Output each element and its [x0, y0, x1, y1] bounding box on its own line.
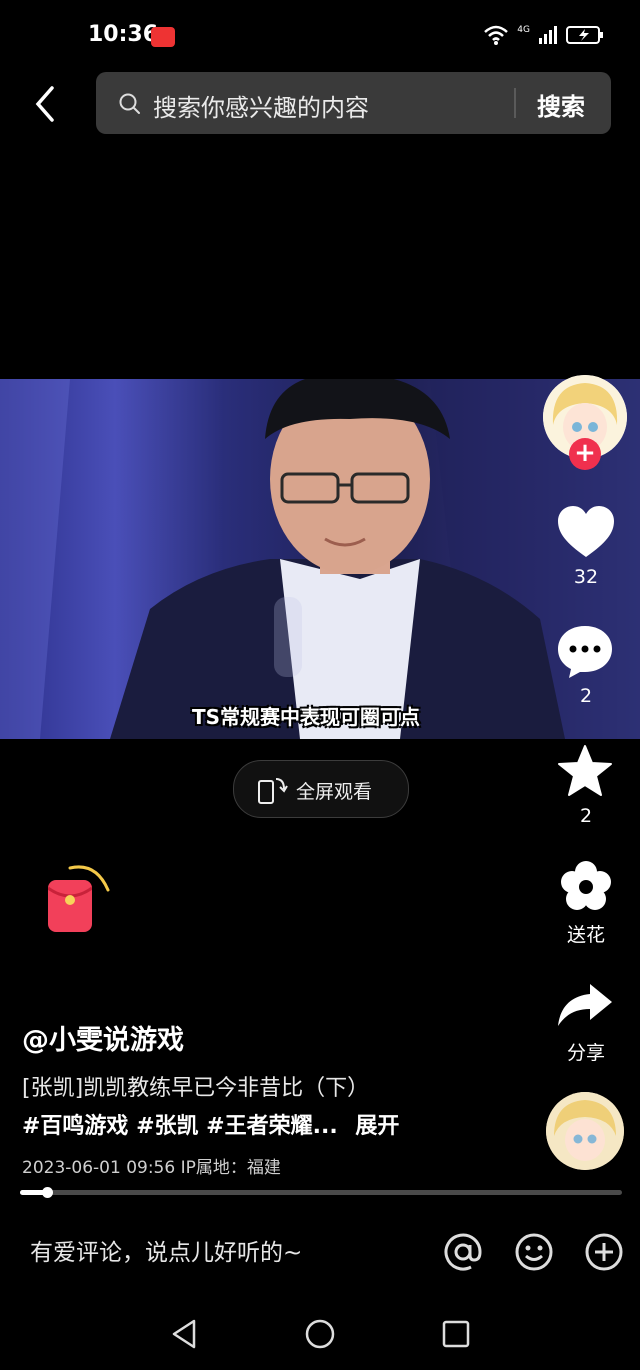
back-button[interactable] — [30, 84, 64, 124]
comment-icon[interactable] — [556, 624, 614, 680]
post-meta: 2023-06-01 09:56 IP属地：福建 — [22, 1158, 281, 1178]
battery-icon — [566, 26, 603, 44]
red-packet-icon — [47, 886, 93, 905]
favorite-count: 2 — [579, 805, 593, 827]
progress-bar[interactable] — [20, 1187, 622, 1198]
nav-back-icon[interactable] — [170, 1318, 198, 1350]
search-button[interactable]: 搜索 — [537, 87, 585, 122]
video-subtitle: TS常规赛中表现可圈可点 — [192, 705, 421, 729]
post-description: [张凯]凯凯教练早已今非昔比（下） — [22, 1076, 370, 1101]
status-icons: 4G — [483, 24, 604, 46]
rotate-screen-icon — [258, 778, 288, 804]
status-time: 10:36 — [88, 22, 159, 47]
follow-button[interactable]: + — [569, 438, 601, 470]
star-icon[interactable] — [557, 744, 613, 798]
mention-icon[interactable] — [443, 1232, 483, 1272]
author-name[interactable]: @小雯说游戏 — [22, 1018, 184, 1057]
wifi-icon — [484, 25, 509, 45]
search-divider — [514, 88, 516, 118]
flower-label: 送花 — [566, 924, 605, 946]
chevron-left-icon — [35, 86, 54, 122]
hashtags[interactable]: #百鸣游戏 #张凯 #王者荣耀... — [22, 1114, 338, 1139]
network-type: 4G — [517, 25, 530, 35]
comment-input[interactable]: 有爱评论，说点儿好听的~ — [30, 1233, 302, 1267]
add-icon[interactable] — [584, 1232, 624, 1272]
like-count: 32 — [573, 566, 599, 588]
progress-knob[interactable] — [42, 1187, 54, 1198]
search-input[interactable]: 搜索你感兴趣的内容 — [153, 88, 369, 123]
video-player[interactable] — [0, 379, 640, 739]
video-frame-person — [0, 379, 640, 739]
comment-count: 2 — [579, 685, 593, 707]
post-tags[interactable]: #百鸣游戏 #张凯 #王者荣耀... 展开 — [22, 1108, 399, 1140]
heart-icon[interactable] — [556, 505, 616, 559]
nav-home-icon[interactable] — [304, 1318, 336, 1350]
search-icon — [119, 93, 140, 114]
signal-icon — [539, 26, 557, 44]
red-packet-button[interactable] — [47, 880, 93, 932]
flower-icon[interactable] — [559, 860, 613, 914]
fullscreen-label: 全屏观看 — [296, 781, 373, 803]
fullscreen-button[interactable]: 全屏观看 — [233, 760, 409, 818]
share-icon[interactable] — [556, 982, 614, 1030]
nav-recents-icon[interactable] — [441, 1318, 471, 1350]
emoji-icon[interactable] — [514, 1232, 554, 1272]
music-disc-illustration — [546, 1092, 624, 1170]
music-disc[interactable] — [546, 1092, 624, 1170]
expand-link[interactable]: 展开 — [355, 1114, 399, 1139]
search-bar[interactable]: 搜索你感兴趣的内容 搜索 — [96, 72, 611, 134]
app-notification-icon — [151, 27, 175, 47]
share-label: 分享 — [566, 1042, 605, 1064]
